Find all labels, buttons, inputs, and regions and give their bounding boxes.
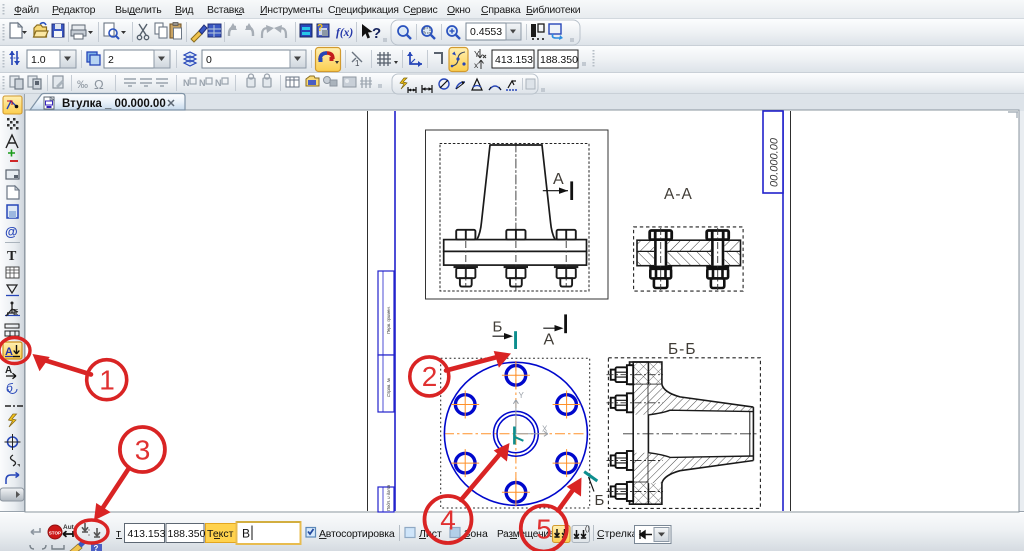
svg-text:188.350: 188.350 xyxy=(168,528,206,540)
svg-text:А: А xyxy=(553,171,564,188)
svg-text:413.153: 413.153 xyxy=(128,528,166,540)
svg-text:STOP: STOP xyxy=(49,531,61,536)
svg-text:T: T xyxy=(7,249,17,264)
svg-text:Перв. примен.: Перв. примен. xyxy=(386,306,391,334)
svg-text:A: A xyxy=(5,365,12,376)
svg-text:X: X xyxy=(542,425,548,434)
svg-text:N: N xyxy=(215,78,222,88)
svg-text:E: E xyxy=(13,308,18,317)
svg-text:А: А xyxy=(544,332,555,349)
svg-text:‰: ‰ xyxy=(77,79,88,91)
svg-text:4: 4 xyxy=(440,505,456,536)
svg-text:Y: Y xyxy=(519,391,525,400)
svg-text:0.4553: 0.4553 xyxy=(470,26,502,38)
svg-text:413.153: 413.153 xyxy=(495,54,533,66)
svg-text:А-А: А-А xyxy=(664,186,693,203)
svg-text:Текст: Текст xyxy=(207,528,234,540)
svg-text:2: 2 xyxy=(108,54,114,66)
svg-text:N: N xyxy=(183,78,190,88)
svg-text:188.350: 188.350 xyxy=(540,54,578,66)
svg-text:@: @ xyxy=(5,224,18,239)
svg-text:1: 1 xyxy=(355,59,360,68)
svg-text:Втулка _ 00.000.00: Втулка _ 00.000.00 xyxy=(62,98,166,110)
svg-text:Библиотеки: Библиотеки xyxy=(526,4,581,16)
svg-text:Б: Б xyxy=(595,492,605,509)
svg-text:?: ? xyxy=(94,544,99,551)
svg-text:Aut: Aut xyxy=(63,524,75,531)
svg-text:1: 1 xyxy=(99,365,115,396)
svg-text:0: 0 xyxy=(206,54,212,66)
svg-text:(): () xyxy=(585,526,590,533)
svg-text:1.0: 1.0 xyxy=(31,54,46,66)
svg-text:В: В xyxy=(242,527,250,541)
svg-text:Ω: Ω xyxy=(94,77,104,92)
svg-text:Б: Б xyxy=(493,319,503,336)
svg-text:Выделить: Выделить xyxy=(115,4,162,16)
svg-text:5: 5 xyxy=(536,514,552,545)
svg-text:Инструменты: Инструменты xyxy=(260,4,323,16)
svg-text:Сервис: Сервис xyxy=(403,4,437,16)
svg-text:Справ. №: Справ. № xyxy=(386,378,391,397)
svg-text:Б-Б: Б-Б xyxy=(668,341,697,358)
svg-text:?: ? xyxy=(372,25,381,42)
svg-text:Автосортировка: Автосортировка xyxy=(319,528,395,540)
svg-text:00.000.00: 00.000.00 xyxy=(769,137,781,187)
svg-text:Подп. и дата: Подп. и дата xyxy=(386,484,391,511)
svg-text:3: 3 xyxy=(135,435,151,466)
svg-text:N: N xyxy=(199,78,206,88)
svg-text:2: 2 xyxy=(422,361,438,392)
svg-text:f(x): f(x) xyxy=(336,27,353,39)
